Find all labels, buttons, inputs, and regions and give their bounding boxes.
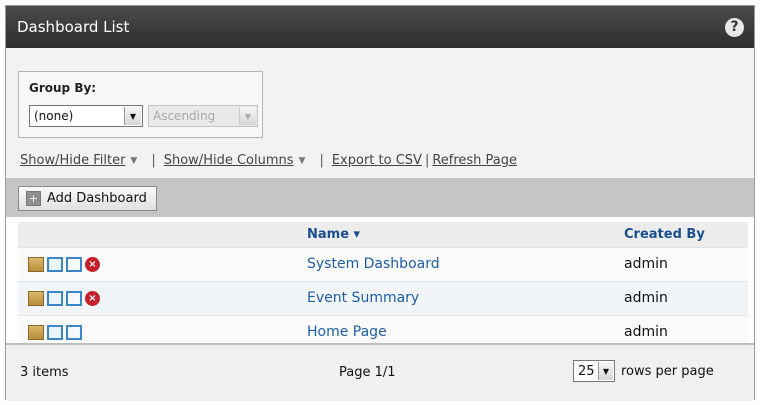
- title-bar: Dashboard List ?: [6, 6, 754, 48]
- dashboard-list-panel: Dashboard List ? Group By: (none) ▼ Asce…: [5, 5, 755, 401]
- dashboard-name-link[interactable]: Home Page: [307, 324, 387, 340]
- add-dashboard-label: Add Dashboard: [47, 191, 147, 206]
- caret-down-icon[interactable]: ▼: [299, 156, 306, 166]
- page-indicator: Page 1/1: [339, 365, 396, 380]
- duplicate-icon[interactable]: [47, 257, 63, 272]
- group-by-value: (none): [34, 109, 74, 123]
- divider: |: [424, 153, 430, 168]
- divider: |: [151, 153, 156, 168]
- item-count: 3 items: [20, 365, 69, 380]
- chevron-down-icon: ▼: [239, 107, 256, 125]
- dashboard-name-link[interactable]: System Dashboard: [307, 256, 440, 272]
- divider: |: [319, 153, 324, 168]
- share-icon[interactable]: [66, 325, 82, 340]
- row-actions: [28, 325, 82, 340]
- created-by-cell: admin: [624, 290, 668, 306]
- column-header-created-by[interactable]: Created By: [624, 227, 705, 242]
- table-header: Name ▾ Created By: [18, 222, 748, 247]
- sort-order-value: Ascending: [153, 109, 216, 123]
- share-icon[interactable]: [66, 291, 82, 306]
- duplicate-icon[interactable]: [47, 325, 63, 340]
- pagination-footer: 3 items Page 1/1 25 ▼ rows per page: [6, 343, 754, 401]
- delete-icon[interactable]: ×: [85, 291, 100, 306]
- show-hide-columns-link[interactable]: Show/Hide Columns: [164, 153, 294, 168]
- export-csv-link[interactable]: Export to CSV: [332, 153, 422, 168]
- rows-per-page-select[interactable]: 25 ▼: [573, 360, 615, 382]
- toolbar: + Add Dashboard: [6, 179, 754, 217]
- add-dashboard-button[interactable]: + Add Dashboard: [18, 186, 157, 211]
- column-header-name[interactable]: Name ▾: [307, 227, 360, 242]
- edit-icon[interactable]: [28, 325, 44, 340]
- created-by-cell: admin: [624, 324, 668, 340]
- show-hide-filter-link[interactable]: Show/Hide Filter: [20, 153, 125, 168]
- caret-down-icon[interactable]: ▼: [130, 156, 137, 166]
- edit-icon[interactable]: [28, 291, 44, 306]
- group-by-box: Group By: (none) ▼ Ascending ▼: [18, 71, 263, 138]
- row-actions: ×: [28, 257, 100, 272]
- sort-order-select: Ascending ▼: [148, 105, 258, 127]
- rows-per-page-label: rows per page: [621, 364, 714, 379]
- rows-per-page-value: 25: [578, 363, 595, 379]
- duplicate-icon[interactable]: [47, 291, 63, 306]
- chevron-down-icon[interactable]: ▼: [124, 107, 141, 125]
- row-actions: ×: [28, 291, 100, 306]
- action-links: Show/Hide Filter ▼ | Show/Hide Columns ▼…: [20, 153, 517, 168]
- group-by-label: Group By:: [29, 81, 97, 95]
- plus-icon: +: [26, 191, 41, 206]
- controls-area: Group By: (none) ▼ Ascending ▼ Show/Hide…: [6, 48, 754, 179]
- help-icon[interactable]: ?: [725, 17, 744, 37]
- table-row: × Event Summary admin: [18, 281, 748, 315]
- refresh-page-link[interactable]: Refresh Page: [432, 153, 517, 168]
- dashboard-table: Name ▾ Created By × System Dashboard adm…: [18, 222, 748, 349]
- share-icon[interactable]: [66, 257, 82, 272]
- edit-icon[interactable]: [28, 257, 44, 272]
- created-by-cell: admin: [624, 256, 668, 272]
- page-title: Dashboard List: [17, 18, 130, 36]
- delete-icon[interactable]: ×: [85, 257, 100, 272]
- table-row: × System Dashboard admin: [18, 247, 748, 281]
- chevron-down-icon[interactable]: ▼: [598, 362, 613, 380]
- dashboard-name-link[interactable]: Event Summary: [307, 290, 419, 306]
- group-by-select[interactable]: (none) ▼: [29, 105, 143, 127]
